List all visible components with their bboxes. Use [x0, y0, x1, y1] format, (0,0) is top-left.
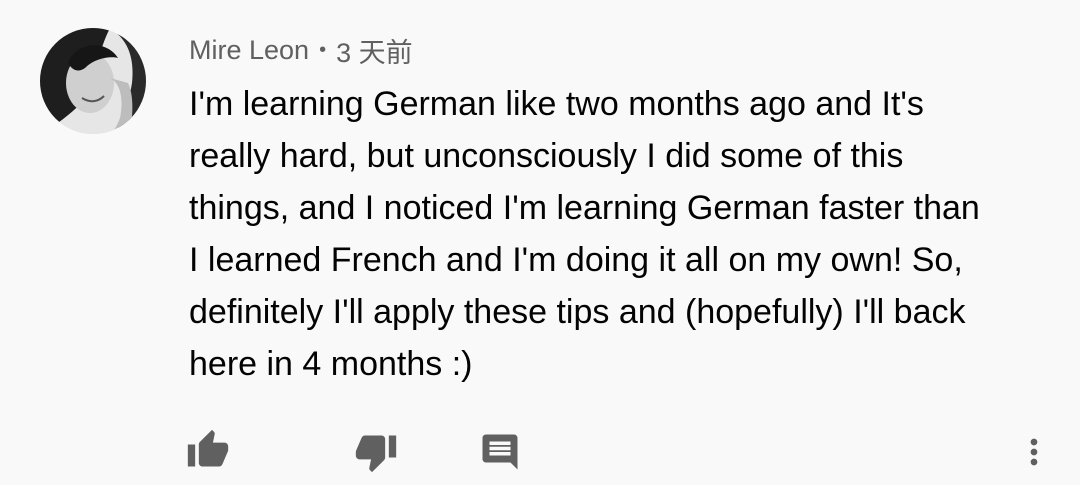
more-vertical-icon	[1030, 438, 1038, 466]
dislike-button[interactable]	[348, 424, 404, 480]
avatar[interactable]	[40, 28, 146, 134]
thumb-up-icon	[187, 429, 229, 467]
more-options-button[interactable]	[1006, 424, 1062, 480]
comment-item: Mire Leon • 3 天前 I'm learning German lik…	[0, 0, 1080, 485]
comment-text: I'm learning German like two months ago …	[189, 85, 980, 383]
comment-timestamp[interactable]: 3 天前	[336, 31, 413, 70]
avatar-image	[40, 28, 146, 134]
thumb-down-icon	[355, 435, 397, 473]
separator-dot: •	[319, 38, 327, 61]
like-button[interactable]	[180, 422, 236, 478]
comment-icon	[482, 434, 518, 470]
comment-action-bar	[0, 420, 1080, 480]
reply-button[interactable]	[472, 424, 528, 480]
comment-header: Mire Leon • 3 天前	[189, 30, 413, 70]
author-name[interactable]: Mire Leon	[189, 35, 309, 66]
